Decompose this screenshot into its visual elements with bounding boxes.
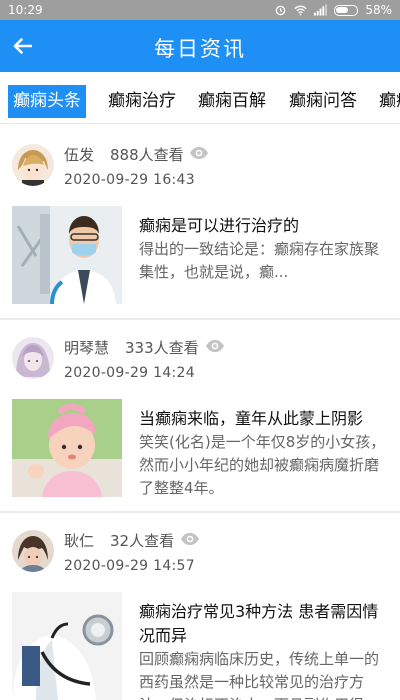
article-excerpt: 回顾癫痫病临床历史，传统上单一的西药虽然是一种比较常见的治疗方法，但治标不治本，…: [139, 650, 380, 700]
view-count: 32人查看: [110, 532, 175, 550]
tab-epilepsy-headlines[interactable]: 癫痫头条: [8, 85, 86, 118]
status-time: 10:29: [8, 3, 43, 17]
divider: [0, 318, 400, 320]
status-icons: 58%: [274, 3, 392, 17]
article-excerpt: 笑笑(化名)是一个年仅8岁的小女孩，然而小小年纪的她却被癫痫病魔折磨了整整4年。: [139, 433, 386, 497]
tab-epilepsy-encyclopedia[interactable]: 癫痫百解: [193, 85, 271, 118]
view-count: 333人查看: [125, 339, 199, 357]
wifi-icon: [294, 5, 307, 16]
page-title: 每日资讯: [154, 37, 246, 61]
list-item[interactable]: 明琴慧 333人查看 2020-09-29 14:24 当癫痫来临，童年从此蒙上…: [0, 321, 400, 513]
article-excerpt: 得出的一致结论是：癫痫存在家族聚集性，也就是说，癫...: [139, 240, 380, 281]
alarm-icon: [276, 5, 286, 16]
signal-icon: [314, 4, 328, 16]
article-title[interactable]: 癫痫是可以进行治疗的: [139, 214, 391, 238]
view-count: 888人查看: [110, 146, 184, 164]
article-thumbnail[interactable]: [12, 592, 122, 700]
article-title[interactable]: 癫痫治疗常见3种方法 患者需因情况而异: [139, 600, 391, 648]
list-item[interactable]: 耿仁 32人查看 2020-09-29 14:57 癫痫治疗常见3种方法 患者需…: [0, 514, 400, 700]
author-name: 耿仁: [64, 532, 95, 550]
avatar[interactable]: [12, 144, 54, 186]
app-bar: 每日资讯: [0, 20, 400, 72]
divider: [0, 511, 400, 513]
author-name: 伍发: [64, 146, 95, 164]
avatar[interactable]: [12, 530, 54, 572]
category-tabs: 癫痫头条 癫痫治疗 癫痫百解 癫痫问答 癫痫: [0, 72, 400, 124]
author-name: 明琴慧: [64, 339, 110, 357]
publish-date: 2020-09-29 14:24: [64, 365, 195, 381]
tab-epilepsy-treatment[interactable]: 癫痫治疗: [103, 85, 181, 118]
battery-icon: [334, 4, 359, 16]
eye-icon: [190, 147, 208, 159]
article-title[interactable]: 当癫痫来临，童年从此蒙上阴影: [139, 407, 391, 431]
article-thumbnail[interactable]: [12, 206, 122, 304]
avatar[interactable]: [12, 337, 54, 379]
battery-level: 58%: [365, 3, 392, 17]
tab-epilepsy-qa[interactable]: 癫痫问答: [284, 85, 362, 118]
status-bar: 10:29 58%: [0, 0, 400, 20]
eye-icon: [206, 340, 224, 352]
eye-icon: [181, 533, 199, 545]
article-thumbnail[interactable]: [12, 399, 122, 497]
publish-date: 2020-09-29 14:57: [64, 558, 195, 574]
list-item[interactable]: 伍发 888人查看 2020-09-29 16:43 癫痫是可以进行治疗的 得出…: [0, 128, 400, 320]
publish-date: 2020-09-29 16:43: [64, 172, 195, 188]
tab-epilepsy-more[interactable]: 癫痫: [374, 85, 400, 118]
